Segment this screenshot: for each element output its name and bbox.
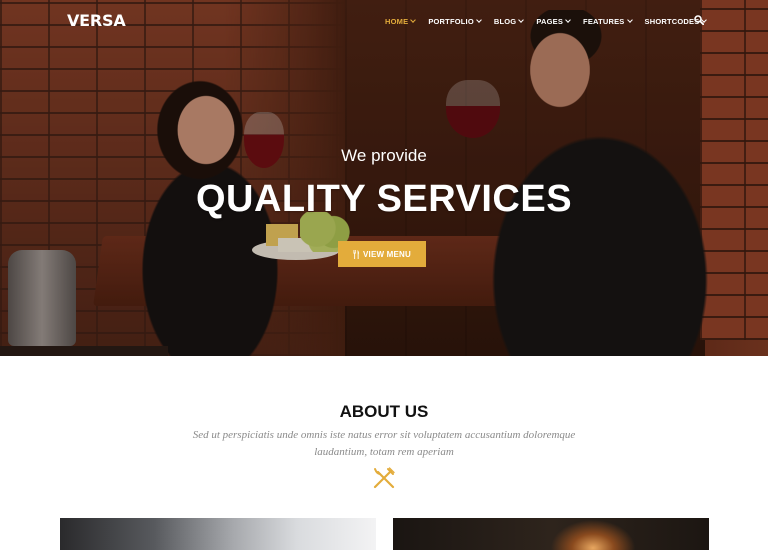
view-menu-button[interactable]: VIEW MENU bbox=[338, 241, 426, 267]
nav-item-label: SHORTCODES bbox=[644, 16, 700, 26]
nav-item-home[interactable]: HOME bbox=[385, 16, 417, 26]
chevron-down-icon bbox=[410, 17, 417, 23]
nav-item-blog[interactable]: BLOG bbox=[493, 16, 525, 26]
about-title: ABOUT US bbox=[339, 402, 429, 421]
nav-item-pages[interactable]: PAGES bbox=[536, 16, 571, 26]
nav-item-label: PAGES bbox=[536, 16, 564, 26]
about-card-image-left[interactable] bbox=[60, 518, 376, 550]
nav-item-label: PORTFOLIO bbox=[428, 16, 474, 26]
chevron-down-icon bbox=[476, 17, 482, 23]
chevron-down-icon bbox=[565, 17, 571, 23]
search-icon[interactable] bbox=[694, 15, 704, 25]
main-nav: HOME PORTFOLIO BLOG PAGES FEATURES SHORT… bbox=[385, 15, 719, 27]
nav-item-label: FEATURES bbox=[583, 16, 625, 26]
view-menu-label: VIEW MENU bbox=[362, 249, 412, 259]
nav-item-portfolio[interactable]: PORTFOLIO bbox=[428, 16, 482, 26]
hero-bottom-strip bbox=[0, 346, 168, 356]
about-card-image-right[interactable] bbox=[393, 518, 709, 550]
nav-item-features[interactable]: FEATURES bbox=[583, 16, 633, 26]
hero-subtitle: We provide bbox=[341, 146, 427, 165]
chevron-down-icon bbox=[626, 17, 633, 23]
site-logo[interactable]: VERSA bbox=[67, 11, 126, 30]
nav-item-label: HOME bbox=[385, 16, 409, 26]
hero-title: QUALITY SERVICES bbox=[195, 178, 573, 220]
about-text: Sed ut perspiciatis unde omnis iste natu… bbox=[192, 429, 576, 458]
nav-item-label: BLOG bbox=[493, 16, 517, 26]
fork-knife-icon bbox=[373, 467, 395, 489]
cutlery-icon bbox=[353, 249, 359, 259]
chevron-down-icon bbox=[518, 17, 525, 23]
